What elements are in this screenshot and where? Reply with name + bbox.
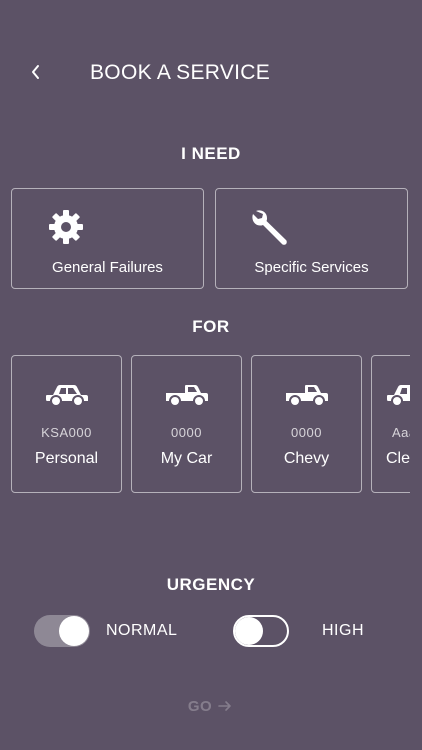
for-section-title: FOR <box>192 317 230 336</box>
vehicle-plate: 0000 <box>171 425 202 440</box>
high-urgency-toggle[interactable] <box>233 615 289 647</box>
chevron-left-icon <box>32 65 39 79</box>
urgency-section-title: URGENCY <box>166 575 256 594</box>
vehicle-card-partial[interactable]: Aaa Cle <box>371 355 410 493</box>
normal-urgency-label: NORMAL <box>106 622 178 639</box>
go-label: GO <box>187 697 213 715</box>
page-title: BOOK A SERVICE <box>90 61 271 84</box>
vehicle-card-my-car[interactable]: 0000 My Car <box>131 355 242 493</box>
car-icon <box>387 385 410 407</box>
vehicle-list[interactable]: KSA000 Personal 0000 My Car 0000 Chevy A… <box>11 355 410 495</box>
normal-urgency-toggle[interactable] <box>34 615 90 647</box>
vehicle-plate: 0000 <box>291 425 322 440</box>
vehicle-name: Cle <box>386 450 410 467</box>
vehicle-plate: Aaa <box>392 425 410 440</box>
vehicle-card-chevy[interactable]: 0000 Chevy <box>251 355 362 493</box>
general-failures-option[interactable]: General Failures <box>11 188 204 289</box>
toggle-knob <box>59 616 89 646</box>
specific-services-label: Specific Services <box>254 259 369 276</box>
pickup-truck-icon <box>165 385 208 407</box>
general-failures-label: General Failures <box>52 259 163 276</box>
wrench-icon <box>252 210 287 245</box>
sedan-icon <box>45 385 88 407</box>
gear-icon <box>49 210 83 244</box>
specific-services-option[interactable]: Specific Services <box>215 188 408 289</box>
need-section-title: I NEED <box>181 144 241 163</box>
go-button[interactable]: GO <box>170 694 250 718</box>
arrow-right-icon <box>218 701 231 711</box>
vehicle-card-personal[interactable]: KSA000 Personal <box>11 355 122 493</box>
vehicle-plate: KSA000 <box>41 425 92 440</box>
high-urgency-label: HIGH <box>322 622 364 639</box>
need-options: General Failures Specific Services <box>11 188 411 291</box>
back-button[interactable] <box>24 60 48 84</box>
vehicle-name: Personal <box>34 450 99 467</box>
vehicle-name: My Car <box>160 450 213 467</box>
toggle-knob <box>235 617 263 645</box>
pickup-truck-icon <box>285 385 328 407</box>
vehicle-name: Chevy <box>283 450 330 467</box>
